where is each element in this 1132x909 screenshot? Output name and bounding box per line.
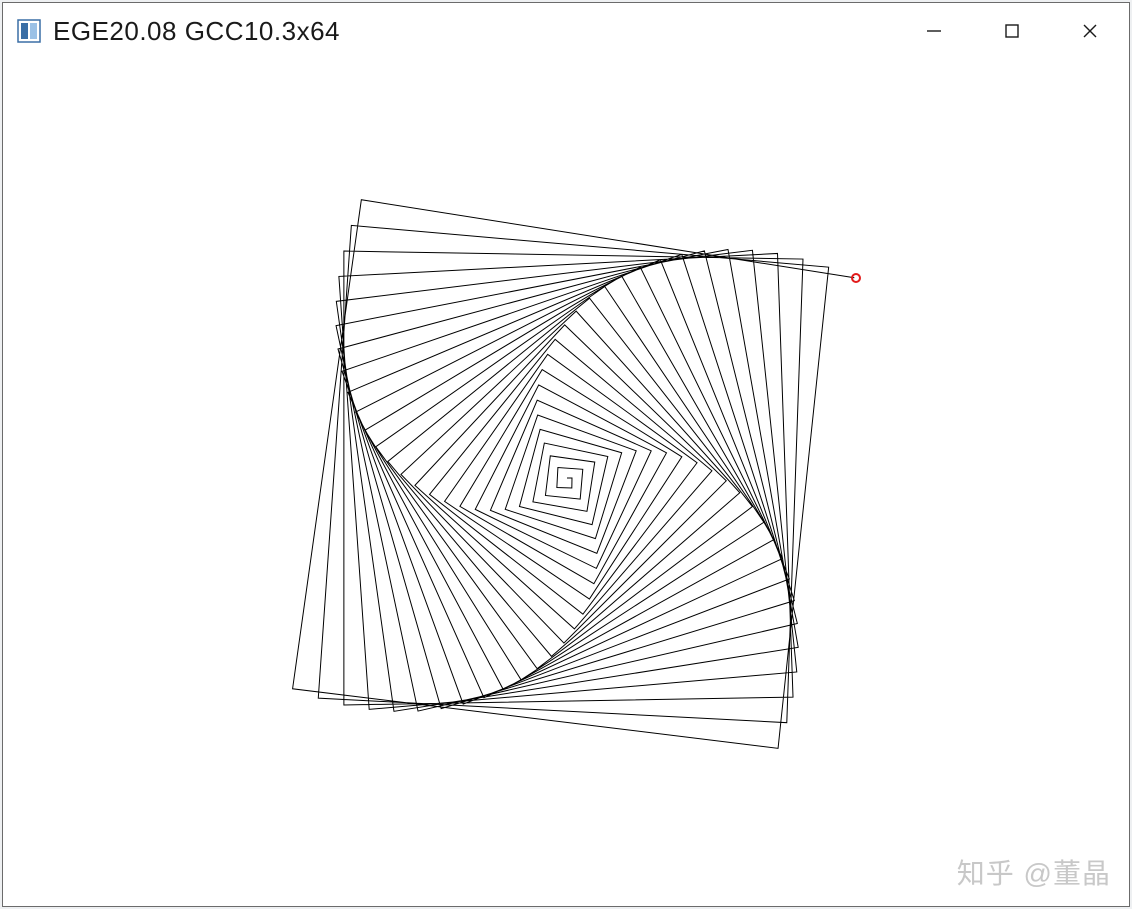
turtle-cursor — [850, 272, 862, 284]
maximize-icon — [1003, 22, 1021, 40]
minimize-button[interactable] — [895, 3, 973, 59]
close-button[interactable] — [1051, 3, 1129, 59]
window-controls — [895, 3, 1129, 59]
close-icon — [1081, 22, 1099, 40]
maximize-button[interactable] — [973, 3, 1051, 59]
graphics-canvas: 知乎 @董晶 — [3, 59, 1129, 906]
minimize-icon — [925, 22, 943, 40]
application-window: EGE20.08 GCC10.3x64 — [2, 2, 1130, 907]
window-title: EGE20.08 GCC10.3x64 — [53, 16, 895, 47]
app-icon — [17, 19, 41, 43]
titlebar[interactable]: EGE20.08 GCC10.3x64 — [3, 3, 1129, 59]
spiral-drawing — [3, 59, 1129, 906]
